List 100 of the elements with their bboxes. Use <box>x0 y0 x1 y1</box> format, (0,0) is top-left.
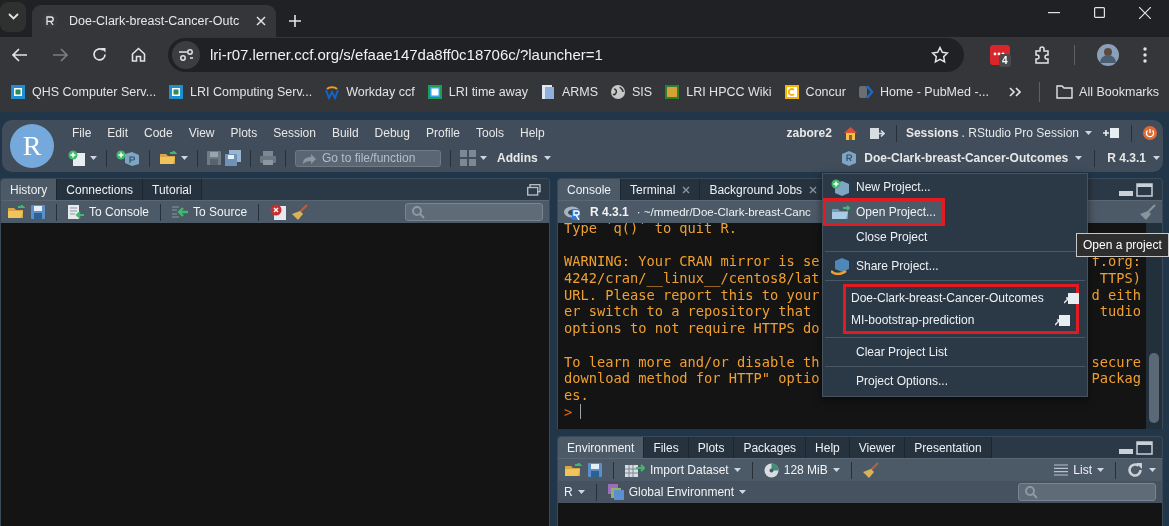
memory-usage-button[interactable]: 128 MiB <box>763 462 840 478</box>
address-bar[interactable]: lri-r07.lerner.ccf.org/s/efaae147da8ff0c18706c/?launcher=1 <box>168 37 964 72</box>
print-icon[interactable] <box>260 151 276 165</box>
forward-icon[interactable] <box>52 47 68 62</box>
view-mode-button[interactable]: List <box>1054 463 1104 477</box>
caret-icon[interactable] <box>1153 156 1160 160</box>
caret-icon[interactable] <box>1085 131 1092 135</box>
pane-tab[interactable]: Packages <box>734 437 807 458</box>
new-file-icon[interactable] <box>68 150 86 166</box>
profile-avatar-icon[interactable] <box>1097 43 1119 66</box>
menu-item[interactable]: Profile <box>417 126 468 140</box>
menu-item[interactable]: Project Options... <box>823 370 1087 392</box>
pane-tab[interactable]: Help <box>806 437 850 458</box>
pane-tab[interactable]: Connections <box>57 179 144 200</box>
menu-item[interactable]: Tools <box>468 126 512 140</box>
caret-icon[interactable] <box>480 156 487 160</box>
all-bookmarks-button[interactable]: All Bookmarks <box>1050 85 1165 99</box>
menu-item[interactable]: MI-bootstrap-prediction <box>846 309 1076 331</box>
bookmark[interactable]: LRI HPCC Wiki <box>658 84 778 100</box>
minimize-icon[interactable] <box>1048 11 1060 14</box>
go-to-file-field[interactable]: Go to file/function <box>295 149 441 167</box>
refresh-icon[interactable] <box>1127 462 1143 478</box>
bookmark[interactable]: ARMS <box>533 84 605 100</box>
r-version-menu[interactable]: R 4.3.1 <box>1107 151 1160 165</box>
menu-item[interactable]: Doe-Clark-breast-Cancer-Outcomes <box>846 287 1076 309</box>
open-in-new-window-icon[interactable] <box>1055 314 1070 326</box>
bookmark[interactable]: Workday ccf <box>318 84 421 100</box>
open-in-new-window-icon[interactable] <box>1063 292 1079 304</box>
pane-tab[interactable]: Viewer <box>849 437 906 458</box>
caret-icon[interactable] <box>832 468 840 472</box>
caret-icon[interactable] <box>733 468 741 472</box>
bookmark[interactable]: QHS Computer Serv... <box>4 84 163 100</box>
new-session-icon[interactable] <box>1102 127 1120 139</box>
double-chevron-icon[interactable] <box>1009 87 1022 97</box>
sign-out-icon[interactable] <box>869 126 885 140</box>
broom-icon[interactable] <box>862 462 879 478</box>
menu-item[interactable]: Session <box>265 126 324 140</box>
home-icon[interactable] <box>842 126 858 140</box>
more-menu-icon[interactable] <box>1143 46 1147 63</box>
project-menu[interactable]: Doe-Clark-breast-Cancer-Outcomes <box>841 150 1083 166</box>
maximize-icon[interactable] <box>1094 7 1105 18</box>
pane-tab[interactable]: Tutorial <box>143 179 202 200</box>
import-dataset-button[interactable]: Import Dataset <box>625 463 741 477</box>
caret-icon[interactable] <box>1097 468 1104 472</box>
caret-icon[interactable] <box>543 156 551 160</box>
menu-item[interactable]: Edit <box>99 126 137 140</box>
bookmark[interactable]: Concur <box>777 84 852 100</box>
caret-icon[interactable] <box>739 490 747 494</box>
star-icon[interactable] <box>931 45 949 64</box>
pane-tab[interactable]: Environment <box>558 437 645 458</box>
menu-item[interactable]: Open Project... <box>826 201 943 223</box>
menu-item[interactable]: Build <box>323 126 367 140</box>
bookmark[interactable]: SIS <box>604 84 659 100</box>
broom-icon[interactable] <box>292 204 309 220</box>
environment-menu[interactable]: Global Environment <box>607 484 747 500</box>
pane-tab[interactable]: Presentation <box>905 437 992 458</box>
folder-icon[interactable] <box>159 151 177 165</box>
search-field[interactable] <box>405 203 543 221</box>
pane-tab[interactable]: Files <box>644 437 689 458</box>
restore-pane-icon[interactable] <box>527 183 541 196</box>
new-tab-icon[interactable] <box>289 15 302 27</box>
caret-icon[interactable] <box>1149 468 1156 472</box>
menu-item[interactable]: File <box>64 126 100 140</box>
menu-item[interactable]: Help <box>512 126 553 140</box>
bookmark[interactable]: Home - PubMed -... <box>851 84 995 100</box>
menu-item[interactable]: Code <box>136 126 181 140</box>
save-icon[interactable] <box>31 205 45 219</box>
tab-search-button[interactable] <box>0 1 26 32</box>
new-project-icon[interactable] <box>116 150 140 166</box>
session-dropdown[interactable]: . RStudio Pro Session <box>961 126 1092 140</box>
puzzle-icon[interactable] <box>1034 45 1052 64</box>
to-source-button[interactable]: To Source <box>172 205 248 219</box>
save-all-icon[interactable] <box>225 150 241 166</box>
back-icon[interactable] <box>12 47 28 62</box>
browser-tab[interactable]: Doe-Clark-breast-Cancer-Outc <box>32 5 277 37</box>
language-menu[interactable]: R <box>564 485 585 499</box>
pane-layout-icon[interactable] <box>1118 182 1154 197</box>
reload-icon[interactable] <box>92 47 107 62</box>
pane-tab[interactable]: History <box>1 179 58 200</box>
addins-menu[interactable]: Addins <box>497 151 551 165</box>
save-icon[interactable] <box>588 463 602 477</box>
site-settings-icon[interactable] <box>178 48 194 61</box>
menu-item[interactable]: Debug <box>366 126 418 140</box>
menu-item[interactable]: Clear Project List <box>823 341 1087 363</box>
to-console-button[interactable]: To Console <box>68 205 150 219</box>
scrollbar-thumb[interactable] <box>1149 353 1159 423</box>
pane-tab[interactable]: Terminal <box>621 179 701 200</box>
folder-icon[interactable] <box>7 205 25 219</box>
bookmark[interactable]: LRI time away <box>420 84 534 100</box>
pane-tab[interactable]: Plots <box>688 437 735 458</box>
menu-item[interactable]: View <box>180 126 223 140</box>
menu-item[interactable]: Share Project... <box>823 255 1087 277</box>
power-icon[interactable] <box>1143 126 1157 140</box>
caret-icon[interactable] <box>90 156 97 160</box>
menu-item[interactable]: Plots <box>222 126 266 140</box>
caret-icon[interactable] <box>577 490 585 494</box>
caret-icon[interactable] <box>1075 156 1083 160</box>
delete-entry-icon[interactable] <box>270 204 287 220</box>
folder-icon[interactable] <box>564 463 582 477</box>
pane-layout-icon[interactable] <box>1118 440 1154 455</box>
